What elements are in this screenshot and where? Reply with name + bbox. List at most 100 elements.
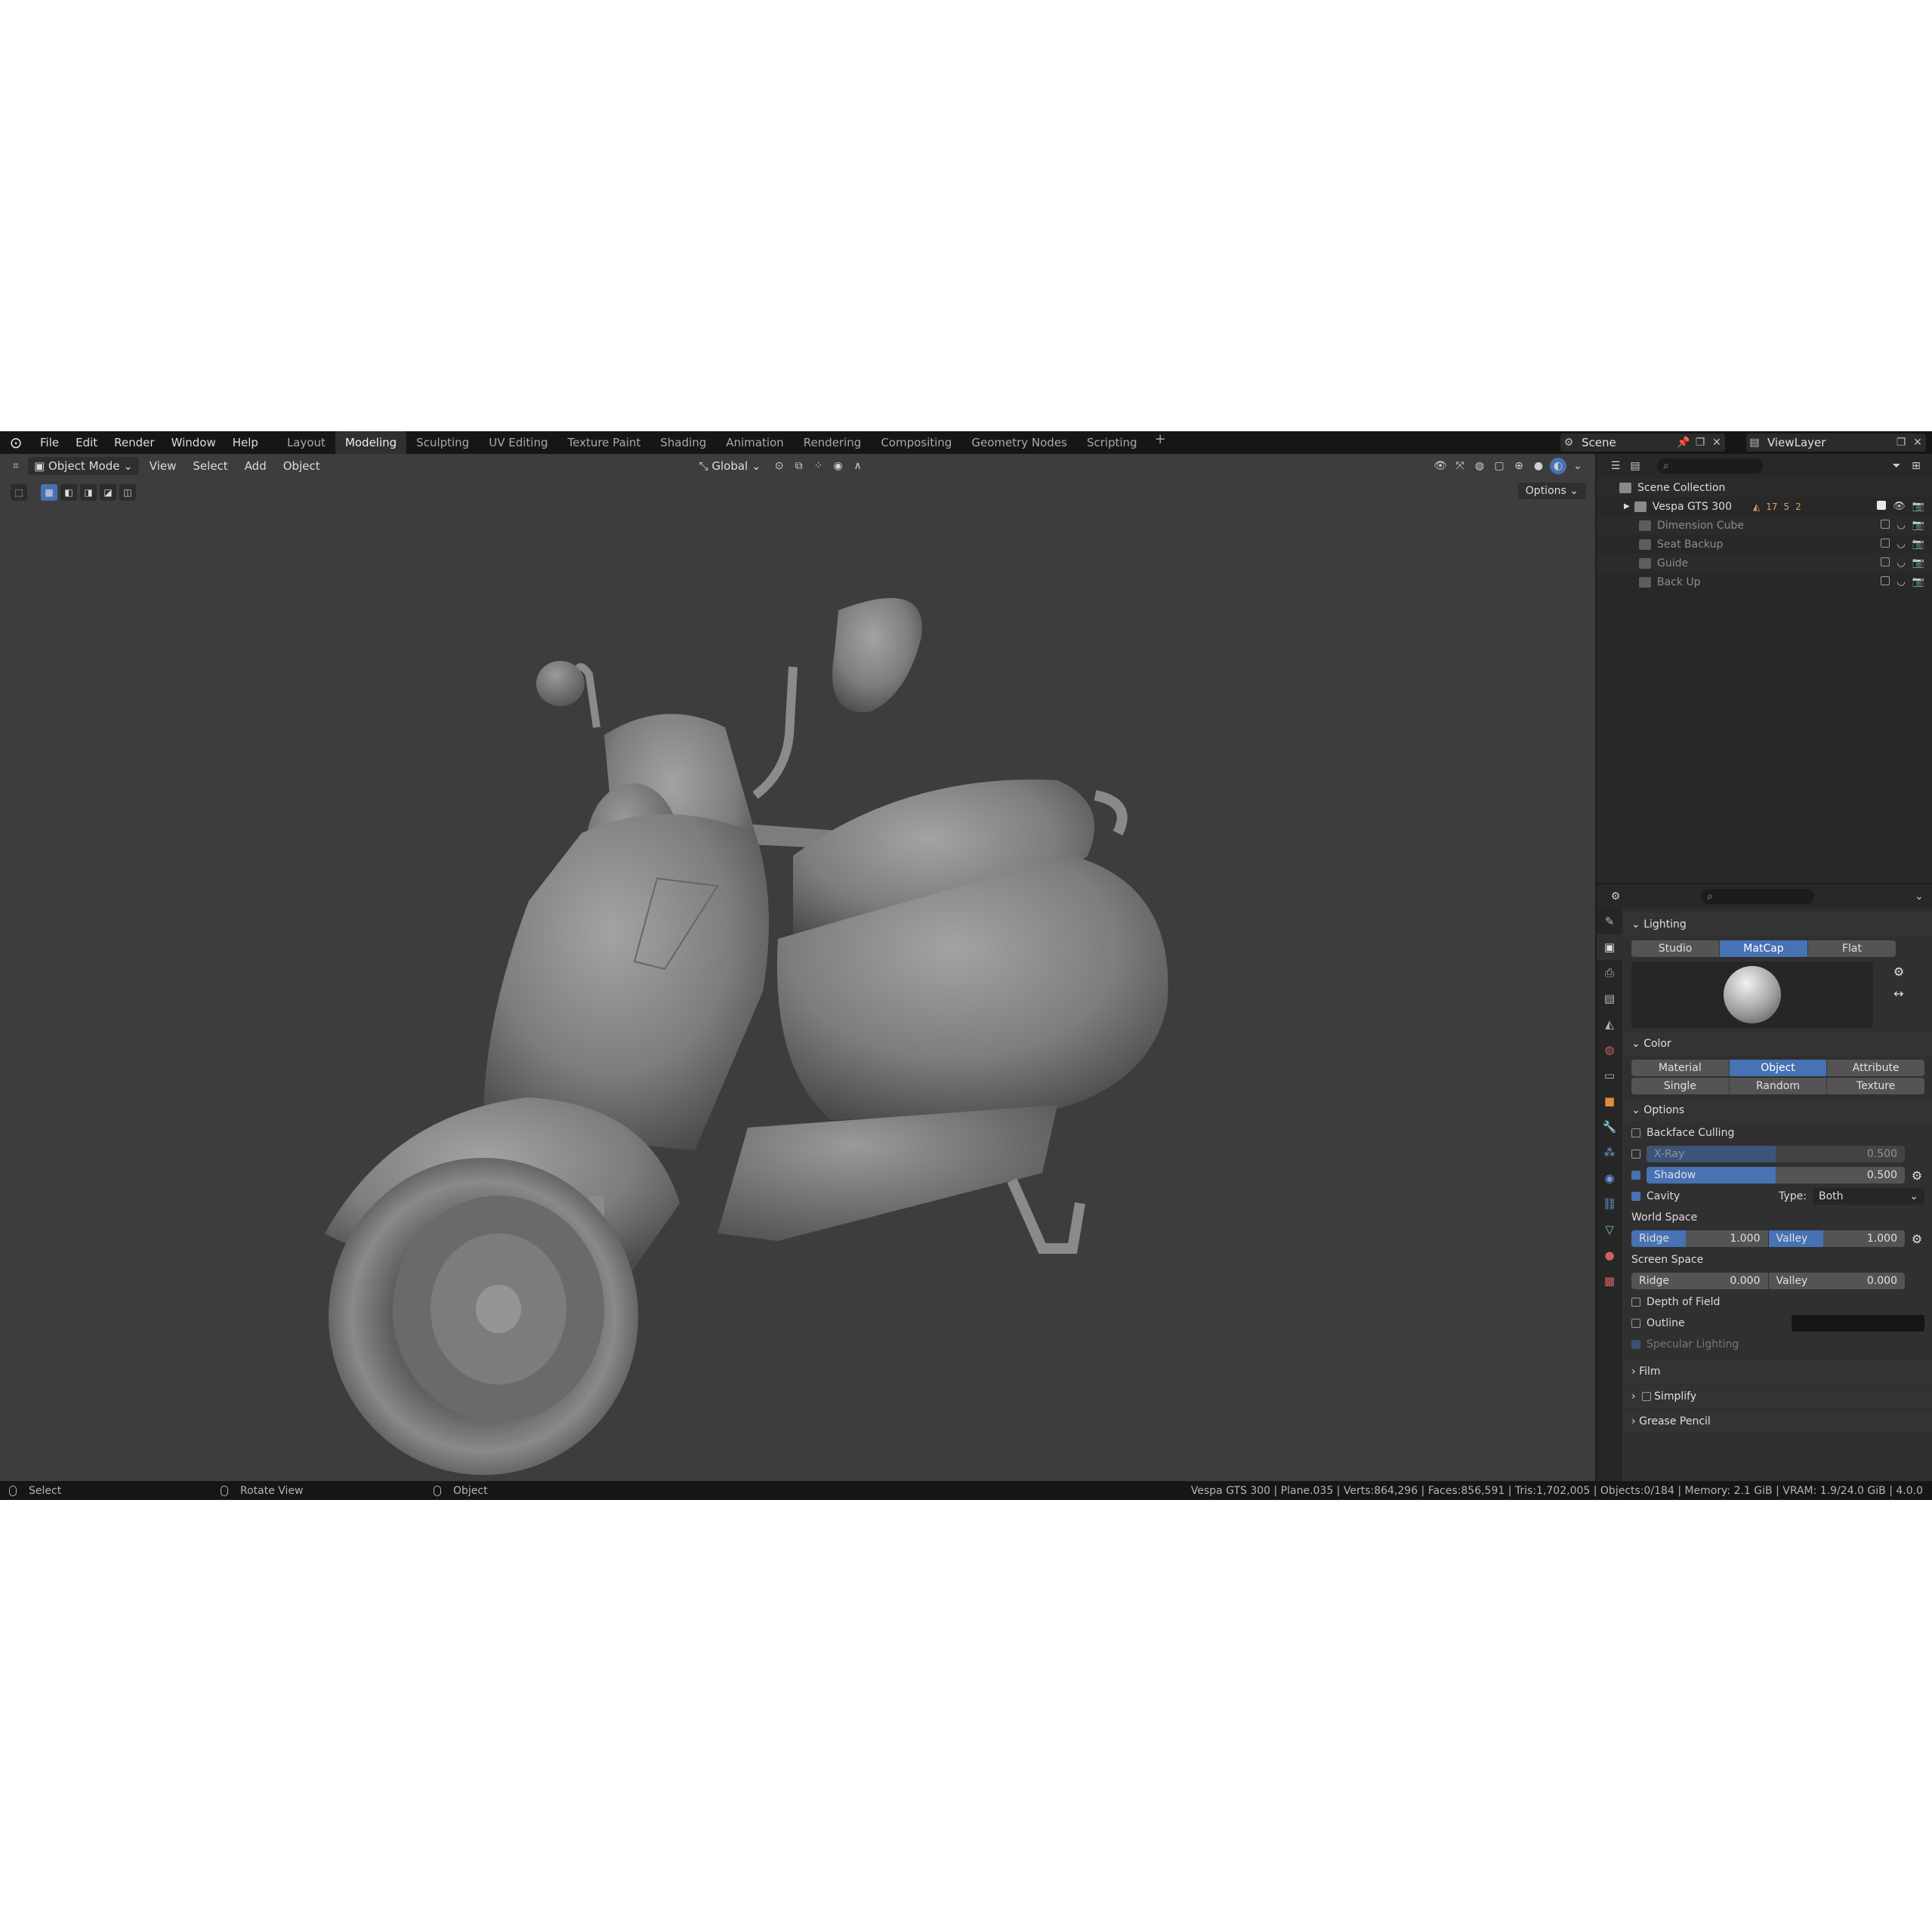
- transform-orientation-dropdown[interactable]: ⤡ Global ⌄: [693, 457, 767, 475]
- new-view-layer-icon[interactable]: ❐: [1893, 437, 1909, 449]
- scooter-3d-model[interactable]: [0, 478, 1595, 1481]
- select-menu[interactable]: Select: [187, 457, 233, 475]
- scene-selector[interactable]: ⚙ Scene 📌 ❐ ✕: [1560, 434, 1725, 452]
- new-scene-icon[interactable]: ❐: [1692, 437, 1708, 449]
- physics-tab-icon[interactable]: ◉: [1597, 1165, 1622, 1191]
- editor-type-icon[interactable]: ⚙: [1607, 888, 1624, 905]
- outliner-item-vespa[interactable]: ▶ Vespa GTS 300 ◭ 17 5 2 👁 📷: [1597, 497, 1932, 516]
- tab-rendering[interactable]: Rendering: [794, 431, 872, 454]
- simplify-checkbox[interactable]: [1642, 1392, 1652, 1401]
- modifier-tab-icon[interactable]: 🔧: [1597, 1114, 1622, 1140]
- visibility-icon[interactable]: 👁: [1432, 458, 1449, 474]
- flip-icon[interactable]: ↔: [1891, 986, 1906, 1001]
- pin-icon[interactable]: 📌: [1675, 437, 1692, 449]
- depth-of-field-checkbox[interactable]: [1631, 1298, 1640, 1307]
- chevron-down-icon[interactable]: ⌄: [1569, 458, 1586, 474]
- blender-logo-icon[interactable]: ⊙: [8, 434, 24, 451]
- tab-texture-paint[interactable]: Texture Paint: [557, 431, 650, 454]
- tab-layout[interactable]: Layout: [277, 431, 335, 454]
- falloff-icon[interactable]: ∧: [850, 458, 866, 474]
- xray-checkbox[interactable]: [1631, 1150, 1640, 1159]
- outline-color-swatch[interactable]: [1792, 1315, 1924, 1332]
- overlay-icon[interactable]: ◍: [1471, 458, 1488, 474]
- snap-grid-icon[interactable]: ⁘: [810, 458, 827, 474]
- gear-icon[interactable]: ⚙: [1891, 964, 1906, 979]
- view-layer-tab-icon[interactable]: ▤: [1597, 986, 1622, 1011]
- exclude-checkbox[interactable]: [1881, 576, 1890, 585]
- outliner-item-guide[interactable]: Guide ◡ 📷: [1597, 554, 1932, 573]
- camera-icon[interactable]: 📷: [1912, 501, 1924, 512]
- object-tab-icon[interactable]: ■: [1597, 1088, 1622, 1114]
- color-panel-header[interactable]: ⌄ Color: [1624, 1032, 1932, 1055]
- render-tab-icon[interactable]: ▣: [1597, 934, 1622, 960]
- camera-icon[interactable]: 📷: [1912, 520, 1924, 531]
- tab-modeling[interactable]: Modeling: [335, 431, 407, 454]
- mode-dropdown[interactable]: ▣ Object Mode ⌄: [28, 457, 139, 475]
- solid-shading-icon[interactable]: ●: [1530, 458, 1547, 474]
- color-texture-button[interactable]: Texture: [1827, 1078, 1925, 1094]
- output-tab-icon[interactable]: ⎙: [1597, 960, 1622, 986]
- editor-type-icon[interactable]: ☰: [1607, 458, 1624, 474]
- tab-compositing[interactable]: Compositing: [871, 431, 961, 454]
- outliner-item-dimension-cube[interactable]: Dimension Cube ◡ 📷: [1597, 516, 1932, 535]
- menu-render[interactable]: Render: [106, 431, 162, 454]
- lighting-studio-button[interactable]: Studio: [1631, 940, 1720, 957]
- world-ridge-field[interactable]: Ridge 1.000: [1631, 1230, 1768, 1247]
- lighting-panel-header[interactable]: ⌄ Lighting: [1624, 913, 1932, 936]
- wireframe-shading-icon[interactable]: ⊕: [1511, 458, 1527, 474]
- camera-icon[interactable]: 📷: [1912, 576, 1924, 588]
- options-panel-header[interactable]: ⌄ Options: [1624, 1099, 1932, 1122]
- menu-help[interactable]: Help: [224, 431, 267, 454]
- exclude-checkbox[interactable]: [1881, 539, 1890, 548]
- constraints-tab-icon[interactable]: ⛓: [1597, 1191, 1622, 1217]
- close-icon[interactable]: ✕: [1708, 437, 1725, 449]
- xray-slider[interactable]: X-Ray 0.500: [1647, 1146, 1905, 1162]
- outliner-item-seat-backup[interactable]: Seat Backup ◡ 📷: [1597, 535, 1932, 554]
- shadow-slider[interactable]: Shadow 0.500: [1647, 1167, 1905, 1184]
- menu-file[interactable]: File: [32, 431, 67, 454]
- snap-icon[interactable]: ⧉: [791, 458, 807, 474]
- color-single-button[interactable]: Single: [1631, 1078, 1730, 1094]
- exclude-checkbox[interactable]: [1877, 501, 1887, 510]
- gear-icon[interactable]: ⚙: [1909, 1168, 1924, 1183]
- gear-icon[interactable]: ⚙: [1909, 1232, 1924, 1246]
- new-collection-icon[interactable]: ⊞: [1908, 458, 1924, 474]
- color-object-button[interactable]: Object: [1729, 1060, 1828, 1076]
- simplify-panel-header[interactable]: › Simplify: [1624, 1385, 1932, 1408]
- data-tab-icon[interactable]: ▽: [1597, 1217, 1622, 1242]
- material-tab-icon[interactable]: ●: [1597, 1242, 1622, 1268]
- exclude-checkbox[interactable]: [1881, 520, 1890, 529]
- display-mode-icon[interactable]: ▤: [1627, 458, 1643, 474]
- matcap-preview[interactable]: [1631, 961, 1873, 1028]
- view-menu[interactable]: View: [144, 457, 183, 475]
- eye-closed-icon[interactable]: ◡: [1897, 520, 1905, 531]
- color-material-button[interactable]: Material: [1631, 1060, 1730, 1076]
- material-shading-icon[interactable]: ◐: [1550, 458, 1566, 474]
- xray-toggle-icon[interactable]: ▢: [1491, 458, 1508, 474]
- properties-search-input[interactable]: ⌕: [1701, 889, 1814, 904]
- object-menu[interactable]: Object: [277, 457, 326, 475]
- scene-tab-icon[interactable]: ◭: [1597, 1011, 1622, 1037]
- outliner-item-back-up[interactable]: Back Up ◡ 📷: [1597, 573, 1932, 591]
- tab-sculpting[interactable]: Sculpting: [406, 431, 479, 454]
- eye-closed-icon[interactable]: ◡: [1897, 539, 1905, 550]
- editor-type-icon[interactable]: ⌗: [8, 458, 24, 474]
- color-random-button[interactable]: Random: [1729, 1078, 1828, 1094]
- tool-tab-icon[interactable]: ✎: [1597, 909, 1622, 934]
- menu-window[interactable]: Window: [163, 431, 224, 454]
- lighting-matcap-button[interactable]: MatCap: [1720, 940, 1808, 957]
- 3d-viewport[interactable]: ⌗ ▣ Object Mode ⌄ View Select Add Object…: [0, 454, 1595, 1481]
- color-attribute-button[interactable]: Attribute: [1827, 1060, 1925, 1076]
- tab-scripting[interactable]: Scripting: [1077, 431, 1147, 454]
- add-menu[interactable]: Add: [239, 457, 273, 475]
- cavity-type-dropdown[interactable]: Both ⌄: [1813, 1188, 1924, 1205]
- shadow-checkbox[interactable]: [1631, 1171, 1640, 1180]
- camera-icon[interactable]: 📷: [1912, 539, 1924, 550]
- particles-tab-icon[interactable]: ⁂: [1597, 1140, 1622, 1165]
- close-icon[interactable]: ✕: [1909, 437, 1926, 449]
- cavity-checkbox[interactable]: [1631, 1192, 1640, 1201]
- eye-icon[interactable]: 👁: [1893, 501, 1906, 512]
- eye-closed-icon[interactable]: ◡: [1897, 576, 1905, 588]
- camera-icon[interactable]: 📷: [1912, 557, 1924, 569]
- chevron-down-icon[interactable]: ⌄: [1911, 888, 1927, 905]
